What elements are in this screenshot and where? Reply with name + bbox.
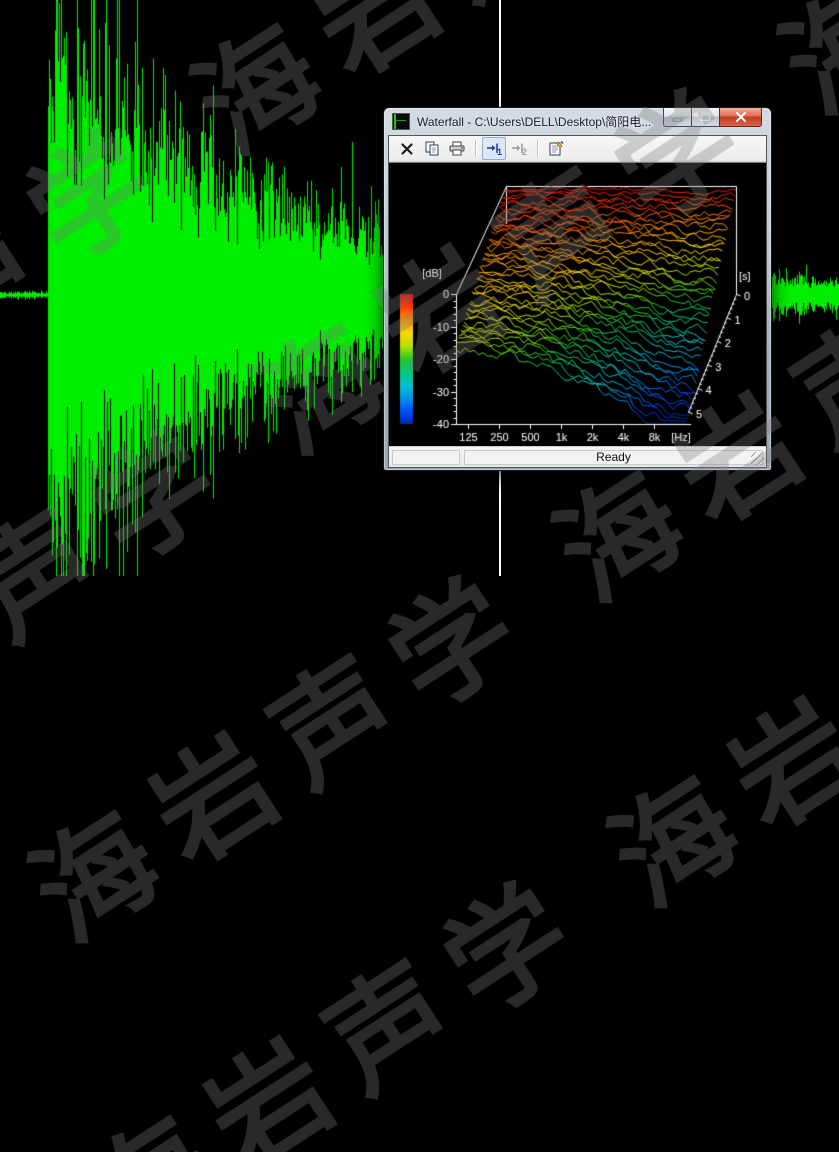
minimize-button[interactable] [663, 108, 692, 127]
window-title: Waterfall - C:\Users\DELL\Desktop\简阳电... [417, 113, 651, 130]
window-body: 1 2 [388, 135, 767, 468]
close-icon [735, 112, 747, 123]
toolbar: 1 2 [389, 136, 766, 162]
transfer-1-label: 1 [497, 147, 502, 157]
close-button[interactable] [719, 108, 762, 127]
minimize-icon [672, 113, 683, 122]
delete-button[interactable] [395, 137, 419, 160]
toolbar-separator [537, 140, 539, 157]
statusbar: Ready [389, 446, 766, 467]
transfer-2-label: 2 [522, 147, 527, 157]
print-icon [449, 141, 465, 156]
print-button[interactable] [445, 137, 469, 160]
transfer-1-button[interactable]: 1 [482, 137, 506, 160]
toolbar-separator [475, 140, 477, 157]
app-icon [392, 113, 410, 130]
waterfall-plot-area [389, 162, 766, 446]
properties-icon [548, 141, 564, 156]
titlebar[interactable]: Waterfall - C:\Users\DELL\Desktop\简阳电... [384, 108, 771, 135]
status-text: Ready [596, 450, 631, 464]
properties-button[interactable] [544, 137, 568, 160]
statusbar-left-panel [392, 450, 460, 465]
copy-icon [424, 141, 440, 156]
waterfall-window: Waterfall - C:\Users\DELL\Desktop\简阳电... [383, 107, 772, 471]
caption-buttons [663, 108, 762, 127]
maximize-icon [700, 112, 711, 122]
waterfall-3d-chart [392, 164, 765, 446]
resize-grip[interactable] [751, 452, 764, 465]
transfer-2-button[interactable]: 2 [507, 137, 531, 160]
delete-x-icon [400, 142, 414, 156]
screenshot-root: { "watermark": { "text": "海岩声学", "row_te… [0, 0, 839, 576]
maximize-button[interactable] [692, 108, 719, 127]
copy-button[interactable] [420, 137, 444, 160]
statusbar-message-panel: Ready [464, 450, 763, 465]
